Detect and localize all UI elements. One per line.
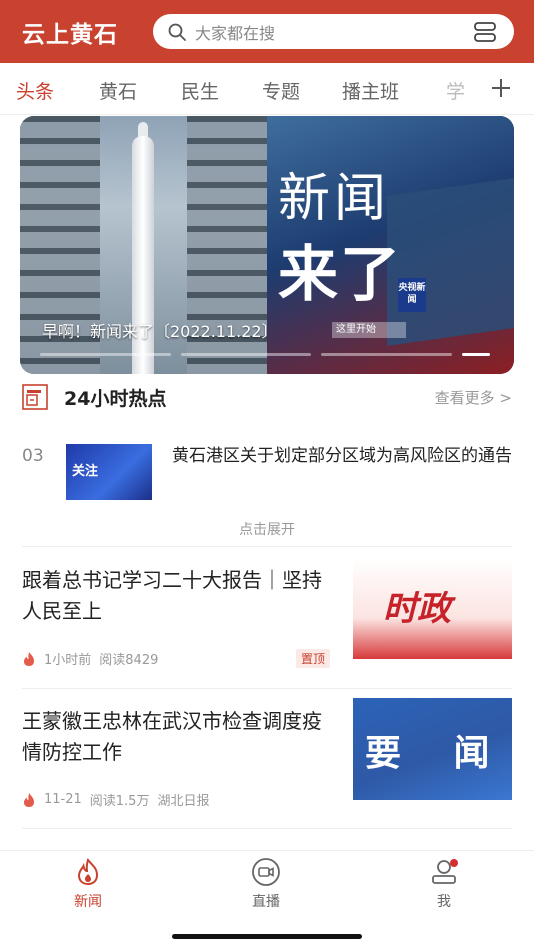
article-reads: 阅读1.5万 (89, 794, 150, 809)
article-thumbnail: 要 闻 (353, 698, 512, 800)
hot-see-more-link[interactable]: 查看更多 > (435, 387, 512, 408)
add-channel-icon[interactable] (490, 77, 512, 99)
nav-news[interactable]: 新闻 (58, 857, 118, 911)
article-reads: 阅读8429 (99, 653, 159, 668)
article-time: 1小时前 (44, 653, 92, 668)
carousel-dot (40, 353, 171, 356)
article-title: 王蒙徽王忠林在武汉市检查调度疫情防控工作 (22, 709, 322, 764)
nav-label: 直播 (252, 894, 280, 910)
video-icon (252, 858, 280, 886)
divider (22, 546, 512, 547)
carousel-dot (180, 353, 312, 356)
channel-tabs: 头条 黄石 民生 专题 播主班 学 (0, 63, 534, 115)
nav-live[interactable]: 直播 (236, 857, 296, 911)
featured-banner[interactable]: 新闻 来了 央视新闻 早啊！新闻来了〔2022.11.22〕 这里开始 (20, 116, 514, 374)
article-source: 湖北日报 (157, 794, 210, 809)
fire-icon (24, 792, 34, 807)
article-title: 跟着总书记学习二十大报告｜坚持人民至上 (22, 568, 322, 623)
app-title: 云上黄石 (22, 21, 118, 48)
banner-chip: 这里开始 (332, 322, 406, 338)
banner-caption: 早啊！新闻来了〔2022.11.22〕 (42, 322, 278, 341)
notification-dot (450, 859, 458, 867)
nav-label: 新闻 (74, 894, 102, 910)
fire-icon (24, 651, 34, 666)
home-indicator (172, 934, 362, 939)
tab-huangshi[interactable]: 黄石 (99, 77, 137, 104)
scan-icon[interactable] (472, 21, 498, 43)
tab-minsheng[interactable]: 民生 (181, 77, 219, 104)
fire-icon (77, 857, 99, 886)
nav-me[interactable]: 我 (414, 857, 474, 911)
hot-thumbnail-text: 关注 (72, 464, 99, 479)
tab-xue[interactable]: 学 (446, 77, 465, 104)
divider (22, 688, 512, 689)
banner-headline-line2: 来了 (278, 240, 402, 310)
hot-item-title: 黄石港区关于划定部分区域为高风险区的通告 (172, 446, 512, 466)
tab-headlines[interactable]: 头条 (16, 77, 54, 104)
pinned-badge: 置顶 (296, 649, 331, 668)
hot-thumbnail: 关注 (66, 444, 152, 500)
article-meta: 11-21 阅读1.5万 湖北日报 (22, 790, 209, 809)
article-card[interactable]: 跟着总书记学习二十大报告｜坚持人民至上 1小时前 阅读8429 置顶 时政 (22, 557, 512, 683)
banner-headline-line1: 新闻 (278, 169, 391, 229)
thumbnail-text: 要 闻 (365, 733, 510, 774)
divider (22, 828, 512, 829)
tab-bozhuban[interactable]: 播主班 (342, 77, 399, 104)
thumbnail-text: 时政 (383, 589, 451, 629)
search-icon (168, 23, 186, 41)
hot-section-header: 24小时热点 查看更多 > (22, 381, 512, 413)
article-card[interactable]: 王蒙徽王忠林在武汉市检查调度疫情防控工作 11-21 阅读1.5万 湖北日报 要… (22, 698, 512, 824)
nav-label: 我 (437, 894, 451, 910)
cctv-news-badge: 央视新闻 (398, 278, 426, 312)
flag-shape (387, 176, 514, 346)
hot-section-title: 24小时热点 (64, 387, 167, 410)
top-header: 云上黄石 大家都在搜 (0, 0, 534, 63)
carousel-indicator (40, 353, 491, 356)
search-placeholder: 大家都在搜 (195, 23, 276, 43)
hot-list-item[interactable]: 03 关注 黄石港区关于划定部分区域为高风险区的通告 (22, 444, 512, 502)
search-input[interactable]: 大家都在搜 (153, 14, 514, 49)
article-thumbnail: 时政 (353, 557, 512, 659)
article-meta: 1小时前 阅读8429 (22, 649, 158, 668)
carousel-dot-active (462, 353, 491, 356)
hot-rank: 03 (22, 446, 44, 466)
expand-button[interactable]: 点击展开 (0, 519, 534, 539)
carousel-dot (321, 353, 453, 356)
hot-section-icon (22, 384, 48, 410)
tab-zhuanti[interactable]: 专题 (262, 77, 300, 104)
article-time: 11-21 (44, 792, 82, 807)
